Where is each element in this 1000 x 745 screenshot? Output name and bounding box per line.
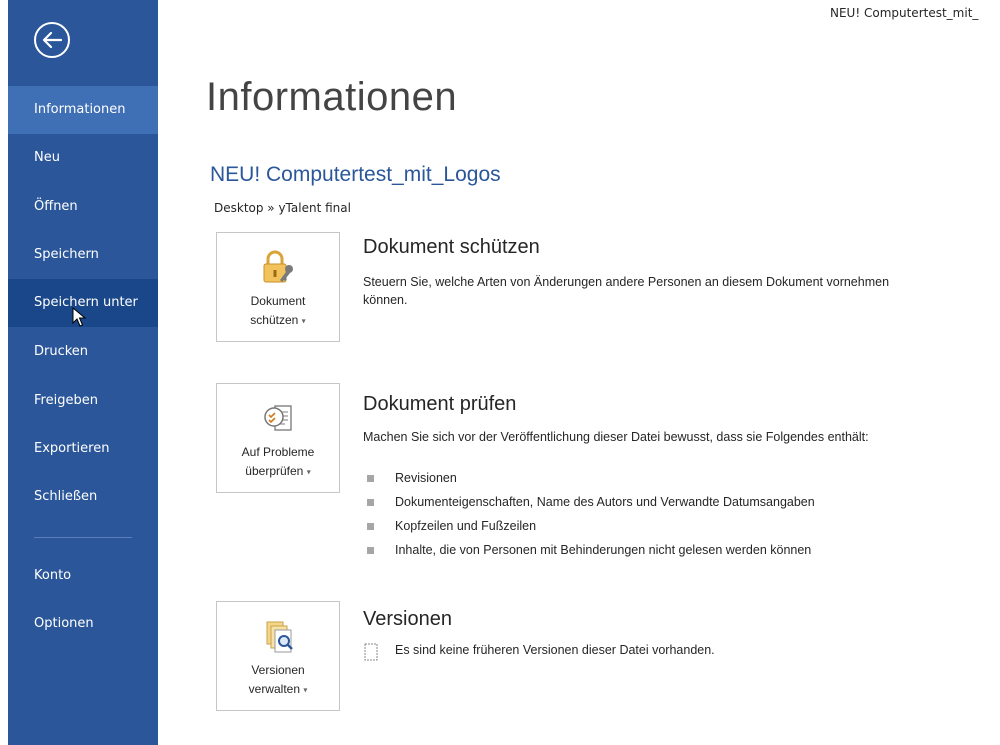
sidebar-item-informationen[interactable]: Informationen (8, 86, 158, 134)
document-icon (364, 643, 378, 661)
sidebar-item-neu[interactable]: Neu (8, 134, 158, 182)
bullet-square-icon (367, 475, 374, 482)
chevron-down-icon: ▾ (301, 316, 306, 326)
versions-heading: Versionen (363, 608, 452, 630)
sidebar-item-speichern[interactable]: Speichern (8, 231, 158, 279)
protect-description: Steuern Sie, welche Arten von Änderungen… (363, 275, 890, 307)
page-title: Informationen (206, 75, 458, 119)
window-document-title: NEU! Computertest_mit_ (830, 6, 979, 20)
sidebar-item-konto[interactable]: Konto (8, 552, 158, 600)
manage-versions-label: Versionen verwalten ▾ (248, 663, 308, 696)
sidebar-divider (34, 537, 132, 538)
inspect-items-list: Revisionen Dokumenteigenschaften, Name d… (363, 466, 815, 562)
inspect-heading: Dokument prüfen (363, 393, 517, 415)
protect-document-button[interactable]: Dokument schützen ▾ (216, 232, 340, 342)
bullet-square-icon (367, 547, 374, 554)
check-for-issues-button[interactable]: Auf Probleme überprüfen ▾ (216, 383, 340, 493)
inspect-description: Machen Sie sich vor der Veröffentlichung… (363, 430, 869, 444)
sidebar-item-drucken[interactable]: Drucken (8, 328, 158, 376)
sidebar-item-freigeben[interactable]: Freigeben (8, 377, 158, 425)
document-title: NEU! Computertest_mit_Logos (210, 163, 501, 186)
back-arrow-icon (34, 22, 70, 58)
lock-key-icon (263, 250, 293, 283)
protect-heading: Dokument schützen (363, 236, 540, 258)
mouse-cursor-icon (72, 307, 87, 327)
manage-versions-button[interactable]: Versionen verwalten ▾ (216, 601, 340, 711)
versions-magnifier-icon (266, 621, 293, 653)
back-button[interactable] (32, 20, 72, 60)
list-item: Dokumenteigenschaften, Name des Autors u… (363, 490, 815, 514)
list-item: Kopfzeilen und Fußzeilen (363, 514, 815, 538)
backstage-sidebar: Informationen Neu Öffnen Speichern Speic… (8, 0, 158, 745)
check-for-issues-label: Auf Probleme überprüfen ▾ (241, 445, 315, 478)
sidebar-item-exportieren[interactable]: Exportieren (8, 425, 158, 473)
list-item: Revisionen (363, 466, 815, 490)
protect-document-label: Dokument schützen ▾ (250, 294, 306, 327)
chevron-down-icon: ▾ (306, 467, 311, 477)
versions-info: Es sind keine früheren Versionen dieser … (363, 643, 715, 661)
file-path-breadcrumb[interactable]: Desktop » yTalent final (214, 201, 351, 215)
bullet-square-icon (367, 523, 374, 530)
list-item: Inhalte, die von Personen mit Behinderun… (363, 538, 815, 562)
sidebar-item-optionen[interactable]: Optionen (8, 600, 158, 648)
sidebar-item-schliessen[interactable]: Schließen (8, 473, 158, 521)
sidebar-item-oeffnen[interactable]: Öffnen (8, 183, 158, 231)
bullet-square-icon (367, 499, 374, 506)
chevron-down-icon: ▾ (303, 685, 308, 695)
inspect-checklist-icon (264, 405, 292, 431)
